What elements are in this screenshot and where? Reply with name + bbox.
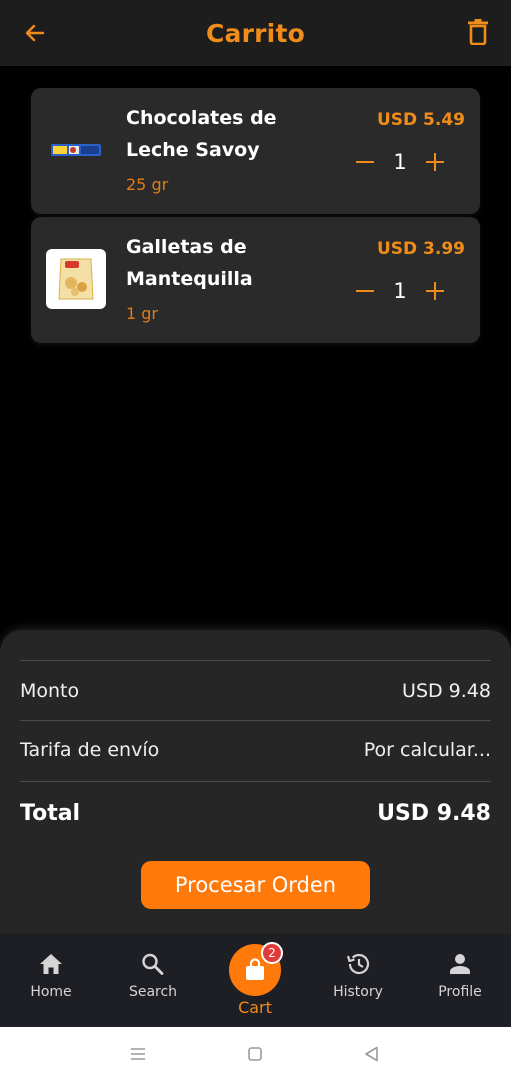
product-price: USD 5.49 (376, 110, 465, 130)
clear-cart-button[interactable] (463, 17, 493, 47)
product-image (46, 120, 106, 180)
back-system-button[interactable] (362, 1044, 382, 1064)
home-system-button[interactable] (245, 1044, 265, 1064)
app-root: Carrito Chocolates de Leche Savoy 25 gr … (0, 0, 511, 1080)
divider (20, 781, 491, 782)
cart-fab[interactable]: 2 (229, 942, 283, 996)
trash-icon (468, 19, 488, 45)
nav-search[interactable]: Search (108, 952, 198, 1000)
quantity-value: 1 (393, 150, 407, 174)
nav-home[interactable]: Home (6, 952, 96, 1000)
product-name: Chocolates de Leche Savoy (126, 107, 277, 161)
menu-icon (131, 1048, 145, 1060)
product-size: 1 gr (126, 304, 158, 323)
product-image (46, 249, 106, 309)
amount-label: Monto (20, 680, 80, 702)
divider (20, 660, 491, 661)
total-row: Total USD 9.48 (20, 796, 491, 830)
cart-count-badge: 2 (261, 942, 283, 964)
shipping-value: Por calcular... (363, 739, 491, 761)
divider (20, 720, 491, 721)
decrease-quantity-button[interactable] (353, 150, 377, 174)
product-name: Galletas de Mantequilla (126, 236, 253, 290)
nav-history-label: History (333, 984, 383, 1000)
square-icon (248, 1047, 262, 1061)
nav-search-label: Search (128, 984, 178, 1000)
total-value: USD 9.48 (377, 800, 491, 826)
amount-value: USD 9.48 (402, 680, 491, 702)
process-order-button[interactable]: Procesar Orden (141, 861, 370, 909)
amount-row: Monto USD 9.48 (20, 674, 491, 708)
home-icon (40, 954, 62, 974)
system-navigation-bar (0, 1027, 511, 1080)
back-button[interactable] (20, 18, 50, 48)
triangle-back-icon (365, 1046, 378, 1062)
nav-profile-label: Profile (438, 984, 482, 1000)
top-app-bar: Carrito (0, 0, 511, 66)
history-icon (346, 953, 370, 975)
product-size: 25 gr (126, 175, 169, 194)
page-title: Carrito (206, 18, 305, 48)
arrow-left-icon (25, 24, 45, 42)
recent-apps-button[interactable] (128, 1044, 148, 1064)
increase-quantity-button[interactable] (423, 279, 447, 303)
quantity-value: 1 (393, 279, 407, 303)
shipping-row: Tarifa de envío Por calcular... (20, 733, 491, 767)
profile-icon (450, 954, 470, 974)
search-icon (142, 953, 164, 975)
quantity-stepper: 1 (353, 279, 447, 303)
nav-cart-label: Cart (238, 998, 272, 1017)
nav-profile[interactable]: Profile (415, 952, 505, 1000)
increase-quantity-button[interactable] (423, 150, 447, 174)
nav-cart[interactable]: 2 Cart (210, 942, 300, 1017)
quantity-stepper: 1 (353, 150, 447, 174)
order-summary-panel: Monto USD 9.48 Tarifa de envío Por calcu… (0, 630, 511, 934)
product-price: USD 3.99 (376, 239, 465, 259)
nav-history[interactable]: History (313, 952, 403, 1000)
cart-item[interactable]: Chocolates de Leche Savoy 25 gr USD 5.49… (31, 88, 480, 214)
total-label: Total (20, 800, 81, 826)
nav-home-label: Home (30, 984, 72, 1000)
shipping-label: Tarifa de envío (20, 739, 160, 761)
bottom-navigation: Home Search 2 Cart History Profile (0, 934, 511, 1027)
decrease-quantity-button[interactable] (353, 279, 377, 303)
cart-item[interactable]: Galletas de Mantequilla 1 gr USD 3.99 1 (31, 217, 480, 343)
